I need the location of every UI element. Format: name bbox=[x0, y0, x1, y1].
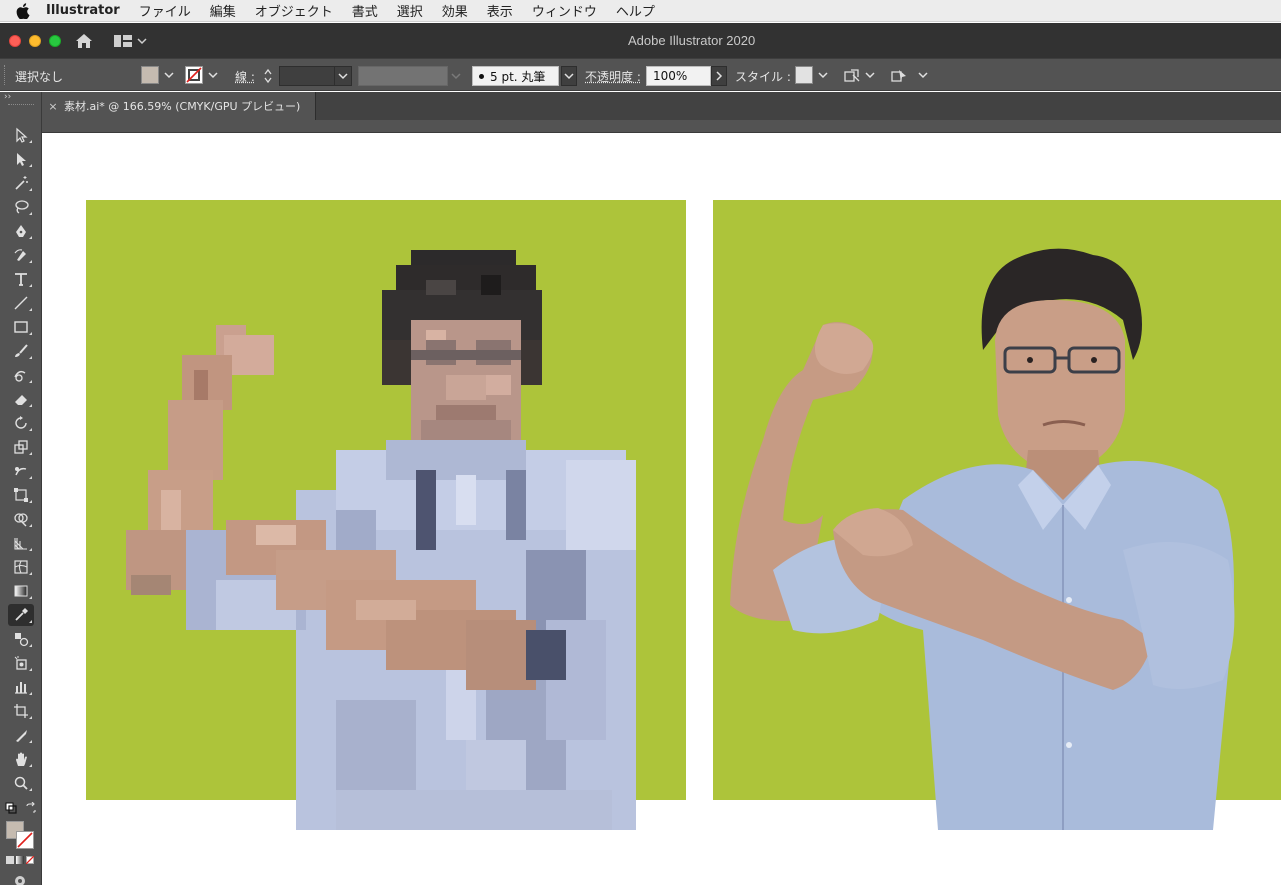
menu-type[interactable]: 書式 bbox=[352, 1, 378, 20]
mesh-tool-icon[interactable] bbox=[8, 556, 34, 578]
document-tab[interactable]: × 素材.ai* @ 166.59% (CMYK/GPU プレビュー) bbox=[42, 92, 316, 120]
default-fill-stroke-icon[interactable] bbox=[5, 802, 17, 814]
line-segment-tool-icon[interactable] bbox=[8, 292, 34, 314]
brush-definition-value: 5 pt. 丸筆 bbox=[490, 69, 546, 84]
stroke-color-box[interactable] bbox=[16, 831, 34, 849]
brush-definition-field[interactable]: 5 pt. 丸筆 bbox=[472, 66, 559, 86]
chevron-down-icon bbox=[338, 73, 348, 80]
direct-selection-tool-icon[interactable] bbox=[8, 148, 34, 170]
rectangle-tool-icon[interactable] bbox=[8, 316, 34, 338]
fill-dropdown-chevron-icon[interactable] bbox=[163, 66, 175, 84]
opacity-input[interactable]: 100% bbox=[646, 66, 711, 86]
magic-wand-tool-icon[interactable] bbox=[8, 172, 34, 194]
perspective-grid-tool-icon[interactable] bbox=[8, 532, 34, 554]
stroke-dropdown-chevron-icon[interactable] bbox=[207, 66, 219, 84]
panel-grip-handle[interactable] bbox=[4, 65, 7, 85]
control-bar: 選択なし 線 : 5 pt. 丸筆 不透明度 : 100% スタイル : bbox=[0, 58, 1281, 91]
gradient-mode-icon[interactable] bbox=[16, 856, 24, 864]
color-mode-buttons[interactable] bbox=[6, 856, 36, 865]
close-tab-icon[interactable]: × bbox=[42, 100, 64, 113]
collapse-panel-icon[interactable]: ›› bbox=[4, 92, 11, 102]
selection-tool-icon[interactable] bbox=[8, 124, 34, 146]
menu-select[interactable]: 選択 bbox=[397, 1, 423, 20]
color-mode-icon[interactable] bbox=[6, 856, 14, 864]
blend-tool-icon[interactable] bbox=[8, 628, 34, 650]
menu-help[interactable]: ヘルプ bbox=[616, 1, 655, 20]
mosaic-man-image bbox=[126, 250, 636, 830]
free-transform-tool-icon[interactable] bbox=[8, 484, 34, 506]
stroke-label[interactable]: 線 : bbox=[235, 68, 255, 85]
transform-chevron-icon[interactable] bbox=[917, 66, 929, 84]
rotate-tool-icon[interactable] bbox=[8, 412, 34, 434]
menu-window[interactable]: ウィンドウ bbox=[532, 1, 597, 20]
eraser-tool-icon[interactable] bbox=[8, 388, 34, 410]
eyedropper-tool-icon[interactable] bbox=[8, 604, 34, 626]
type-tool-icon[interactable] bbox=[8, 268, 34, 290]
opacity-slider-arrow-icon[interactable] bbox=[711, 66, 727, 86]
stroke-none-swatch[interactable] bbox=[185, 66, 203, 84]
app-menu[interactable]: Illustrator bbox=[46, 3, 120, 18]
menu-bar: Illustrator ファイル 編集 オブジェクト 書式 選択 効果 表示 ウ… bbox=[0, 0, 1281, 22]
drawing-mode-icon[interactable] bbox=[12, 873, 28, 885]
brush-dropdown-chevron-icon[interactable] bbox=[561, 66, 577, 86]
graphic-style-swatch[interactable] bbox=[795, 66, 813, 84]
man-with-glasses-photo bbox=[730, 248, 1235, 830]
none-mode-icon[interactable] bbox=[26, 856, 34, 864]
hand-tool-icon[interactable] bbox=[8, 748, 34, 770]
artboard-tool-icon[interactable] bbox=[8, 700, 34, 722]
symbol-sprayer-tool-icon[interactable] bbox=[8, 652, 34, 674]
shape-builder-tool-icon[interactable] bbox=[8, 508, 34, 530]
fill-color-swatch[interactable] bbox=[141, 66, 159, 84]
opacity-label[interactable]: 不透明度 : bbox=[585, 68, 641, 85]
column-graph-tool-icon[interactable] bbox=[8, 676, 34, 698]
ruler-strip bbox=[42, 120, 1281, 133]
tools-panel: ›› bbox=[0, 92, 42, 885]
menu-object[interactable]: オブジェクト bbox=[255, 1, 333, 20]
lasso-tool-icon[interactable] bbox=[8, 196, 34, 218]
style-label: スタイル : bbox=[735, 70, 791, 84]
menu-file[interactable]: ファイル bbox=[139, 1, 191, 20]
apple-icon[interactable] bbox=[0, 2, 46, 19]
stroke-weight-stepper[interactable] bbox=[262, 66, 276, 86]
stroke-weight-input[interactable] bbox=[279, 66, 335, 86]
stroke-weight-dropdown[interactable] bbox=[334, 66, 352, 86]
zoom-tool-icon[interactable] bbox=[8, 772, 34, 794]
scale-tool-icon[interactable] bbox=[8, 436, 34, 458]
paintbrush-tool-icon[interactable] bbox=[8, 340, 34, 362]
slice-tool-icon[interactable] bbox=[8, 724, 34, 746]
recolor-chevron-icon[interactable] bbox=[864, 66, 876, 84]
variable-width-profile[interactable] bbox=[358, 66, 448, 86]
pen-tool-icon[interactable] bbox=[8, 220, 34, 242]
menu-view[interactable]: 表示 bbox=[487, 1, 513, 20]
document-canvas[interactable] bbox=[42, 134, 1281, 885]
app-title-bar: Adobe Illustrator 2020 bbox=[0, 23, 1281, 58]
transform-options-icon[interactable] bbox=[889, 66, 911, 86]
menu-effect[interactable]: 効果 bbox=[442, 1, 468, 20]
curvature-tool-icon[interactable] bbox=[8, 244, 34, 266]
document-tab-title: 素材.ai* @ 166.59% (CMYK/GPU プレビュー) bbox=[64, 100, 301, 113]
graphic-style-chevron-icon[interactable] bbox=[817, 66, 829, 84]
shaper-tool-icon[interactable] bbox=[8, 364, 34, 386]
brush-dot-icon bbox=[479, 73, 484, 79]
selection-status: 選択なし bbox=[15, 70, 64, 84]
swap-fill-stroke-icon[interactable] bbox=[25, 801, 37, 814]
variable-width-chevron-icon[interactable] bbox=[451, 66, 465, 86]
menu-edit[interactable]: 編集 bbox=[210, 1, 236, 20]
warp-tool-icon[interactable] bbox=[8, 460, 34, 482]
tools-panel-grip[interactable] bbox=[8, 104, 34, 105]
recolor-artwork-icon[interactable] bbox=[842, 66, 862, 86]
window-title: Adobe Illustrator 2020 bbox=[628, 33, 756, 48]
document-tab-bar: × 素材.ai* @ 166.59% (CMYK/GPU プレビュー) bbox=[42, 92, 1281, 120]
gradient-tool-icon[interactable] bbox=[8, 580, 34, 602]
